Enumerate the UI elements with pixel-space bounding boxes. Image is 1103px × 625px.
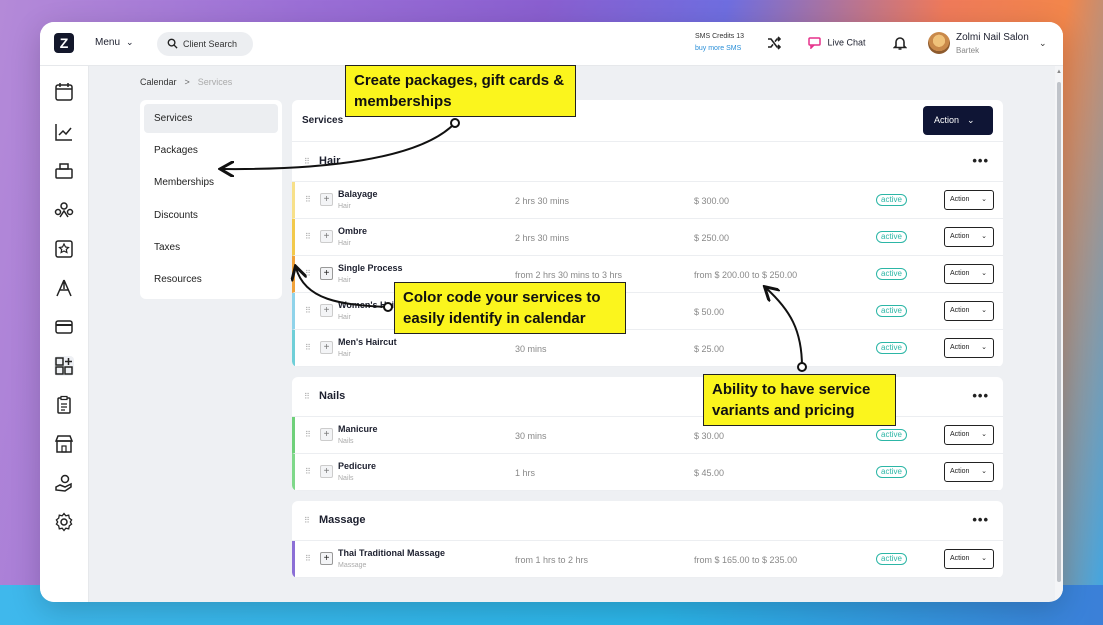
arrow-dot <box>450 118 460 128</box>
arrow-color <box>296 268 389 308</box>
callout-arrows <box>0 118 807 372</box>
arrow-packages <box>222 122 456 169</box>
arrow-dot <box>383 302 393 312</box>
arrow-variants <box>766 288 803 368</box>
arrow-dot <box>797 362 807 372</box>
